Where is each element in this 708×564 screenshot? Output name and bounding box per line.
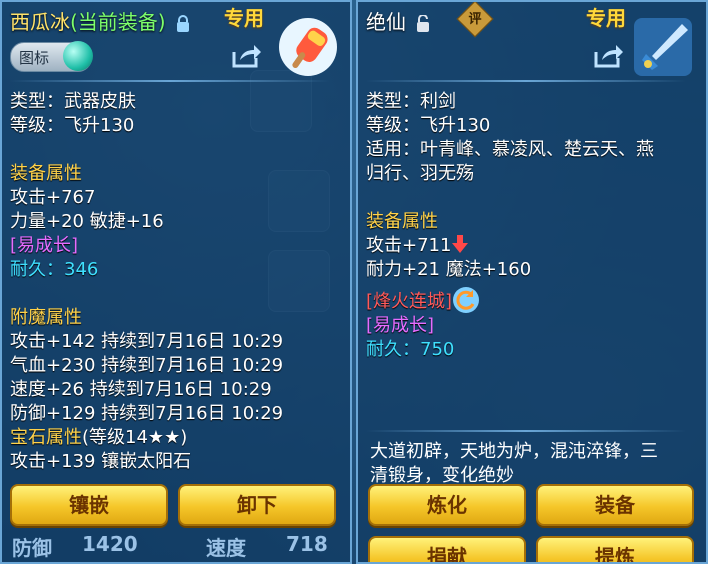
lock-icon: [176, 14, 189, 32]
equipped-status: (当前装备): [70, 10, 166, 34]
growth-tag: [易成长]: [366, 315, 435, 336]
divider: [366, 80, 686, 82]
defense-label: 防御: [12, 536, 52, 560]
enchant-line: 攻击+142 持续到7月16日 10:29: [10, 331, 284, 352]
attack-stat: 攻击+711: [366, 235, 452, 256]
gem-line: 攻击+139 镶嵌太阳石: [10, 451, 192, 472]
enchant-line: 气血+230 持续到7月16日 10:29: [10, 355, 284, 376]
exclusive-label: 专用: [224, 6, 264, 30]
item-info: 类型：武器皮肤 等级：飞升130 装备属性 攻击+767 力量+20 敏捷+16…: [10, 90, 283, 474]
divider: [10, 80, 330, 82]
rate-label: 评: [468, 12, 482, 27]
equipped-item-panel: 西瓜冰(当前装备) 专用 图标 类型：武器皮肤 等级：飞升130 装备属性 攻击…: [0, 0, 352, 564]
desc-line: 大道初辟，天地为炉，混沌淬锋，三: [370, 441, 658, 462]
equip-button[interactable]: 装备: [536, 484, 694, 526]
refine-button[interactable]: 炼化: [368, 484, 526, 526]
durability: 耐久：346: [10, 259, 99, 280]
durability: 耐久：750: [366, 339, 455, 360]
unequip-button[interactable]: 卸下: [178, 484, 336, 526]
attack-row: 攻击+711: [366, 234, 654, 258]
suitable-line: 归行、羽无殇: [366, 163, 474, 184]
refresh-icon[interactable]: [452, 286, 480, 314]
suitable-line: 适用：叶青峰、慕凌风、楚云天、燕: [366, 139, 654, 160]
enchant-header: 附魔属性: [10, 307, 82, 328]
attack-stat: 攻击+767: [10, 187, 96, 208]
extract-button[interactable]: 提炼: [536, 536, 694, 562]
gem-header: 宝石属性: [10, 427, 82, 448]
donate-button[interactable]: 捐献: [368, 536, 526, 562]
item-description: 大道初辟，天地为炉，混沌淬锋，三 清锻身，变化绝妙: [370, 440, 698, 488]
enchant-line: 速度+26 持续到7月16日 10:29: [10, 379, 272, 400]
growth-tag: [易成长]: [10, 235, 79, 256]
type-line: 类型：利剑: [366, 91, 456, 112]
toggle-knob: [63, 41, 93, 71]
share-icon[interactable]: [592, 42, 624, 70]
inlay-button[interactable]: 镶嵌: [10, 484, 168, 526]
equip-attr-header: 装备属性: [10, 163, 82, 184]
item-name: 绝仙: [366, 10, 406, 34]
item-title: 西瓜冰(当前装备): [10, 6, 190, 35]
exclusive-label: 专用: [586, 6, 626, 30]
item-title: 绝仙: [366, 6, 432, 35]
speed-value: 718: [286, 532, 328, 556]
item-info: 类型：利剑 等级：飞升130 适用：叶青峰、慕凌风、楚云天、燕 归行、羽无殇 装…: [366, 90, 654, 362]
defense-value: 1420: [82, 532, 138, 556]
equip-attr-header: 装备属性: [366, 211, 438, 232]
icon-toggle[interactable]: 图标: [10, 41, 93, 72]
level-line: 等级：飞升130: [366, 115, 491, 136]
unlock-icon[interactable]: [416, 14, 432, 33]
divider: [366, 430, 686, 432]
bonus-stats: 力量+20 敏捷+16: [10, 211, 164, 232]
bonus-stats: 耐力+21 魔法+160: [366, 259, 532, 280]
item-name: 西瓜冰: [10, 10, 70, 34]
gem-header-row: 宝石属性(等级14★★): [10, 426, 283, 450]
popsicle-weapon-icon: [279, 18, 337, 76]
level-line: 等级：飞升130: [10, 115, 135, 136]
sword-weapon-icon: [634, 18, 692, 76]
special-row: [烽火连城]: [366, 286, 654, 314]
gem-level: (等级14★★): [82, 427, 188, 448]
special-skill: [烽火连城]: [366, 291, 453, 312]
enchant-line: 防御+129 持续到7月16日 10:29: [10, 403, 284, 424]
icon-toggle-label: 图标: [19, 49, 50, 67]
share-icon[interactable]: [230, 42, 262, 70]
speed-label: 速度: [206, 536, 246, 560]
compare-item-panel: 绝仙 评 专用 类型：利剑 等级：飞升130 适用：叶青峰、慕凌风、楚云天、燕 …: [356, 0, 708, 564]
down-arrow-icon: [452, 235, 469, 253]
type-line: 类型：武器皮肤: [10, 91, 136, 112]
